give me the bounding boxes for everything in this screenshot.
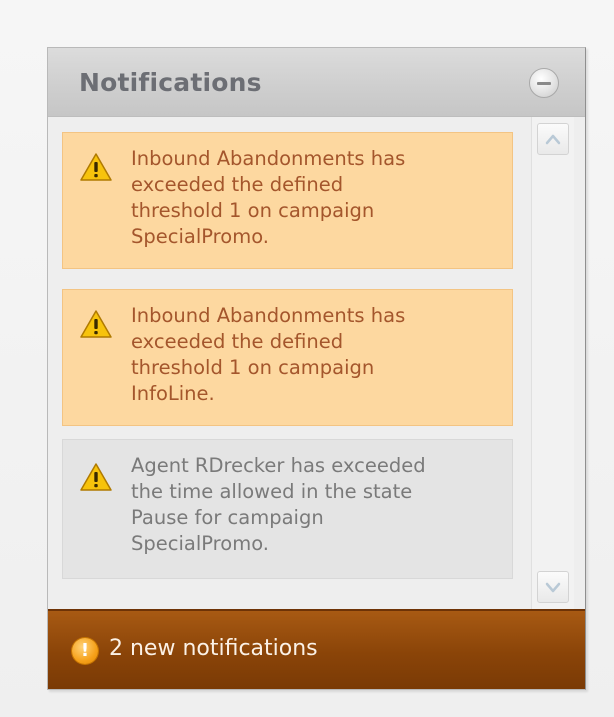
- notifications-panel: Notifications Inbound Abandonments has e…: [47, 47, 586, 690]
- page-background: Notifications Inbound Abandonments has e…: [0, 0, 614, 717]
- panel-header: Notifications: [48, 48, 585, 117]
- collapse-button[interactable]: [529, 68, 559, 98]
- notification-text: Inbound Abandonments has exceeded the de…: [131, 304, 406, 405]
- minus-circle-icon: [537, 82, 551, 85]
- notification-item[interactable]: Inbound Abandonments has exceeded the de…: [62, 289, 513, 426]
- panel-title: Notifications: [79, 68, 262, 97]
- chevron-up-icon: [545, 134, 561, 145]
- scroll-down-button[interactable]: [537, 571, 569, 603]
- new-notifications-label: 2 new notifications: [109, 636, 318, 661]
- notification-item[interactable]: Agent RDrecker has exceeded the time all…: [62, 439, 513, 579]
- exclamation-circle-icon: !: [72, 638, 98, 664]
- notification-text: Inbound Abandonments has exceeded the de…: [131, 147, 406, 248]
- notification-text: Agent RDrecker has exceeded the time all…: [131, 454, 426, 555]
- chevron-down-icon: [545, 582, 561, 593]
- warning-triangle-icon: [80, 463, 112, 491]
- new-notifications-bar[interactable]: ! 2 new notifications: [48, 609, 585, 689]
- warning-triangle-icon: [80, 153, 112, 181]
- notification-item[interactable]: Inbound Abandonments has exceeded the de…: [62, 132, 513, 269]
- scroll-up-button[interactable]: [537, 123, 569, 155]
- scrollbar[interactable]: [531, 117, 574, 609]
- notification-list: Inbound Abandonments has exceeded the de…: [48, 117, 585, 609]
- warning-triangle-icon: [80, 310, 112, 338]
